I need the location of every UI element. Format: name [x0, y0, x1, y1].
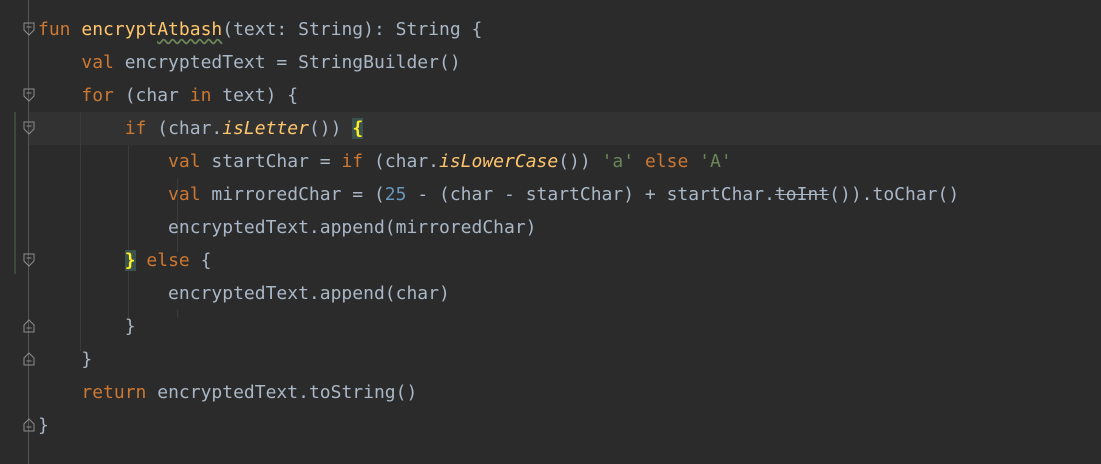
code-token: encryptedText = StringBuilder() — [113, 52, 461, 73]
code-token: startChar = — [200, 151, 342, 172]
code-token: in — [189, 85, 212, 106]
code-token: (char. — [146, 118, 223, 139]
code-line[interactable]: } — [38, 409, 49, 442]
code-token: encryptedText.toString() — [146, 382, 418, 403]
editor-gutter — [0, 0, 36, 464]
code-line[interactable]: } — [38, 343, 92, 376]
code-token: for — [81, 85, 114, 106]
code-token: 'A' — [699, 151, 732, 172]
fold-end-icon[interactable] — [23, 352, 35, 366]
code-token: } — [38, 316, 136, 337]
code-token: else — [644, 151, 689, 172]
code-token: val — [81, 52, 114, 73]
code-token: - (char - startChar) + startChar. — [406, 184, 775, 205]
vcs-change-marker[interactable] — [14, 112, 16, 274]
code-token: { — [352, 118, 364, 139]
code-token: ()) — [558, 151, 602, 172]
code-token: ()).toChar() — [829, 184, 960, 205]
code-token: isLetter — [222, 118, 309, 139]
code-token: return — [81, 382, 147, 403]
code-token: ()) — [308, 118, 353, 139]
code-token: encryptedText.append(mirroredChar) — [38, 217, 537, 238]
code-token: encrypt — [81, 19, 158, 40]
code-line[interactable]: } — [38, 310, 136, 343]
code-token: text) { — [211, 85, 299, 106]
code-token: mirroredChar = ( — [200, 184, 385, 205]
code-token: (char. — [363, 151, 439, 172]
fold-collapse-icon[interactable] — [23, 88, 35, 102]
gutter-border — [28, 0, 29, 464]
code-line[interactable]: encryptedText.append(mirroredChar) — [38, 211, 537, 244]
indent-guide — [177, 310, 178, 318]
code-token: val — [168, 184, 201, 205]
fold-collapse-icon[interactable] — [23, 121, 35, 135]
code-line[interactable]: if (char.isLetter()) { — [38, 112, 364, 145]
code-line[interactable]: encryptedText.append(char) — [38, 277, 450, 310]
code-token: if — [124, 118, 147, 139]
code-token: Atbash — [157, 19, 223, 40]
code-line[interactable]: val startChar = if (char.isLowerCase()) … — [38, 145, 732, 178]
code-token: 25 — [384, 184, 407, 205]
fold-collapse-icon[interactable] — [23, 22, 35, 36]
code-line[interactable]: val encryptedText = StringBuilder() — [38, 46, 461, 79]
fold-end-icon[interactable] — [23, 418, 35, 432]
code-line[interactable]: for (char in text) { — [38, 79, 298, 112]
code-token: } — [38, 415, 49, 436]
code-token: val — [168, 151, 201, 172]
code-editor[interactable]: fun encryptAtbash(text: String): String … — [0, 0, 1101, 464]
code-token: 'a' — [601, 151, 635, 172]
code-token: } — [38, 349, 93, 370]
code-token: fun — [38, 19, 71, 40]
code-token: encryptedText.append(char) — [38, 283, 450, 304]
code-token: else — [146, 250, 190, 271]
code-line[interactable]: } else { — [38, 244, 211, 277]
code-token: (text: String): String { — [222, 19, 483, 40]
code-token: isLowerCase — [439, 151, 559, 172]
fold-end-icon[interactable] — [23, 319, 35, 333]
code-token: if — [341, 151, 364, 172]
code-line[interactable]: fun encryptAtbash(text: String): String … — [38, 13, 482, 46]
code-token: (char — [113, 85, 190, 106]
fold-collapse-icon[interactable] — [23, 253, 35, 267]
code-token: } — [124, 250, 136, 271]
code-token: { — [189, 250, 212, 271]
code-line[interactable]: val mirroredChar = (25 - (char - startCh… — [38, 178, 959, 211]
code-line[interactable]: return encryptedText.toString() — [38, 376, 417, 409]
code-token: toInt — [774, 184, 830, 205]
